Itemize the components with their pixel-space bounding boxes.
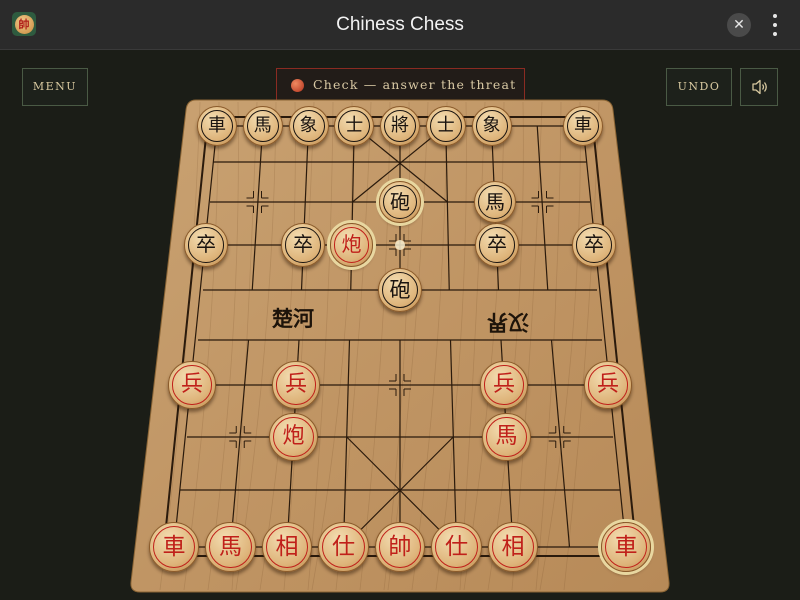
- piece-glyph: 士: [338, 110, 371, 142]
- piece-glyph: 車: [604, 525, 648, 569]
- piece-glyph: 砲: [382, 184, 418, 220]
- black-piece[interactable]: 車: [563, 106, 603, 146]
- red-piece[interactable]: 兵: [168, 361, 216, 409]
- piece-glyph: 馬: [209, 525, 252, 569]
- black-piece[interactable]: 砲: [378, 180, 422, 224]
- piece-glyph: 仕: [435, 525, 478, 569]
- piece-glyph: 馬: [486, 416, 527, 458]
- piece-glyph: 車: [152, 525, 196, 569]
- piece-glyph: 象: [475, 110, 508, 142]
- piece-glyph: 相: [265, 525, 309, 569]
- black-piece[interactable]: 卒: [281, 223, 325, 267]
- piece-glyph: 砲: [381, 271, 419, 309]
- black-piece[interactable]: 象: [471, 106, 512, 146]
- red-piece[interactable]: 炮: [329, 223, 374, 267]
- black-piece[interactable]: 馬: [473, 180, 517, 224]
- piece-glyph: 仕: [322, 525, 365, 569]
- red-piece[interactable]: 仕: [318, 521, 369, 573]
- piece-glyph: 兵: [172, 365, 212, 405]
- black-piece[interactable]: 馬: [242, 106, 283, 146]
- red-piece[interactable]: 兵: [584, 361, 632, 409]
- red-piece[interactable]: 馬: [205, 521, 256, 573]
- last-move-marker: [395, 240, 405, 250]
- piece-glyph: 卒: [188, 227, 224, 263]
- piece-glyph: 馬: [477, 184, 513, 220]
- piece-glyph: 卒: [479, 227, 515, 263]
- piece-glyph: 馬: [246, 110, 279, 142]
- red-piece[interactable]: 馬: [482, 412, 531, 462]
- river-label-left: 楚河: [272, 306, 314, 331]
- black-piece[interactable]: 士: [334, 106, 375, 146]
- red-piece[interactable]: 炮: [269, 412, 318, 462]
- piece-glyph: 卒: [576, 227, 612, 263]
- piece-glyph: 帥: [378, 525, 422, 569]
- red-piece[interactable]: 兵: [272, 361, 320, 409]
- red-piece[interactable]: 兵: [480, 361, 528, 409]
- river-label-right: 汉界: [487, 310, 529, 335]
- piece-glyph: 車: [567, 110, 599, 142]
- black-piece[interactable]: 象: [288, 106, 329, 146]
- piece-glyph: 將: [384, 110, 416, 142]
- piece-glyph: 車: [201, 110, 233, 142]
- black-piece[interactable]: 卒: [572, 223, 616, 267]
- black-piece[interactable]: 卒: [184, 223, 228, 267]
- piece-glyph: 炮: [273, 416, 314, 458]
- piece-glyph: 兵: [484, 365, 524, 405]
- piece-glyph: 象: [292, 110, 325, 142]
- black-piece[interactable]: 車: [197, 106, 237, 146]
- black-piece[interactable]: 卒: [475, 223, 519, 267]
- piece-glyph: 炮: [333, 227, 370, 263]
- piece-glyph: 士: [429, 110, 462, 142]
- red-piece[interactable]: 仕: [431, 521, 482, 573]
- piece-glyph: 兵: [276, 365, 316, 405]
- black-piece[interactable]: 將: [380, 106, 420, 146]
- piece-glyph: 兵: [588, 365, 628, 405]
- piece-glyph: 相: [491, 525, 535, 569]
- black-piece[interactable]: 士: [425, 106, 466, 146]
- piece-glyph: 卒: [285, 227, 321, 263]
